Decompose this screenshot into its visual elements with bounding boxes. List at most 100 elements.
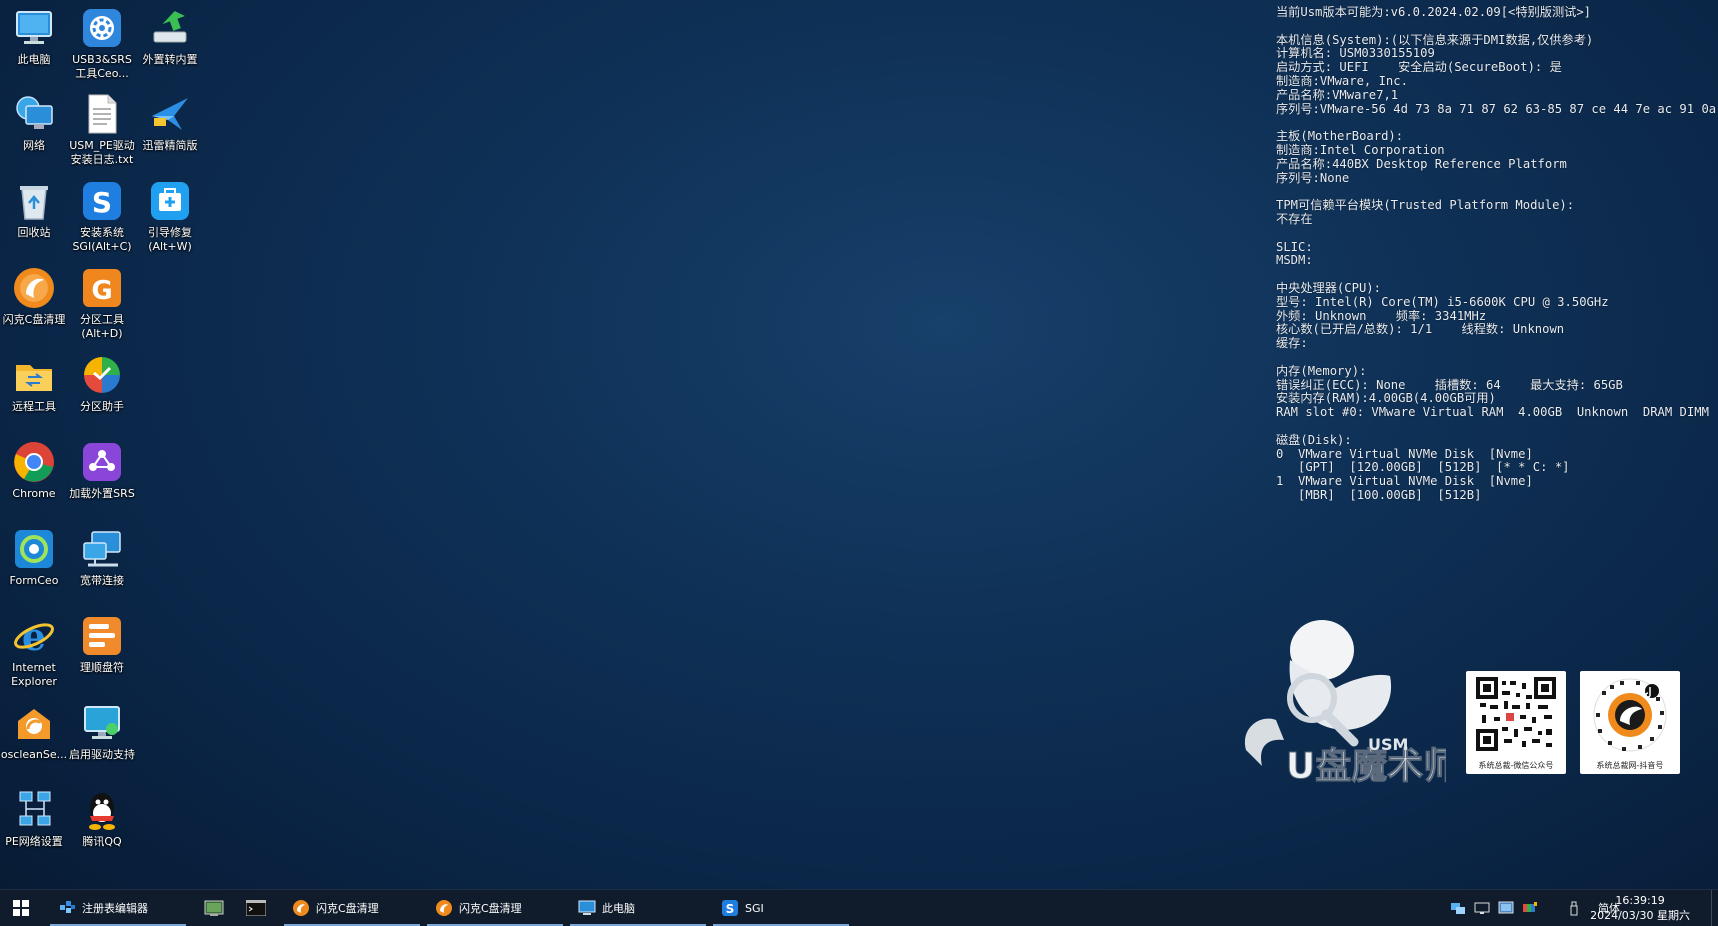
desktop-icon-driver-support[interactable]: 启用驱动支持	[68, 697, 136, 762]
usb-tools-icon	[80, 6, 124, 50]
desktop-icon-load-srs[interactable]: 加载外置SRS	[68, 436, 136, 501]
info-line: 磁盘(Disk):	[1276, 432, 1352, 447]
desktop-icon-label: USM_PE驱动 安装日志.txt	[69, 139, 135, 166]
desktop-icon-broadband[interactable]: 宽带连接	[68, 523, 136, 588]
desktop-icon-convert[interactable]: 外置转内置	[136, 2, 204, 67]
info-line: MSDM:	[1276, 253, 1313, 268]
windows-logo-icon	[13, 900, 29, 916]
svg-text:G: G	[91, 276, 112, 306]
sgi-icon: S	[722, 900, 738, 916]
desktop-icon-label: Chrome	[12, 487, 56, 500]
desktop-icon-label: Internet Explorer	[11, 661, 57, 688]
info-gap	[1276, 351, 1716, 365]
desktop-icon-label: 分区助手	[80, 400, 124, 413]
desktop-icon-this-pc[interactable]: 此电脑	[0, 2, 68, 67]
desktop-icon-recycle-bin[interactable]: 回收站	[0, 175, 68, 240]
usb-tray-icon[interactable]	[1566, 900, 1582, 916]
clock-date: 2024/03/30 星期六	[1590, 909, 1690, 922]
info-gap	[1276, 227, 1716, 241]
desktop-icon-remote-tools[interactable]: 远程工具	[0, 349, 68, 414]
taskbar-item-explorer[interactable]	[196, 890, 232, 926]
drive-letter-icon	[80, 614, 124, 658]
taskbar-item-label: 此电脑	[602, 902, 635, 915]
desktop-icon-label: 网络	[23, 139, 45, 152]
desktop-icon-qq[interactable]: 腾讯QQ	[68, 784, 136, 849]
info-line: SLIC:	[1276, 239, 1313, 254]
desktop-icon-partition-assistant[interactable]: 分区助手	[68, 349, 136, 414]
computer-icon	[578, 900, 596, 915]
info-line: 中央处理器(CPU):	[1276, 280, 1381, 295]
desktop-icon-pe-network[interactable]: PE网络设置	[0, 784, 68, 849]
info-line: TPM可信赖平台模块(Trusted Platform Module):	[1276, 198, 1575, 213]
desktop-icon-formceo[interactable]: FormCeo	[0, 523, 68, 588]
cmd-icon	[246, 900, 266, 916]
svg-text:e: e	[22, 614, 46, 658]
desktop-icon-label: 引导修复 (Alt+W)	[148, 226, 192, 253]
show-desktop-button[interactable]	[1711, 890, 1718, 926]
info-line: 制造商:Intel Corporation	[1276, 142, 1445, 157]
explorer-window-icon	[204, 900, 224, 916]
desktop-icon-usm-log[interactable]: USM_PE驱动 安装日志.txt	[68, 88, 136, 167]
info-line: 产品名称:VMware7,1	[1276, 87, 1399, 102]
desktop-icon-label: 分区工具 (Alt+D)	[80, 313, 124, 340]
desktop-icon-usb-tools[interactable]: USB3&SRS 工具Ceo...	[68, 2, 136, 81]
taskbar-item-this-pc[interactable]: 此电脑	[570, 890, 706, 926]
logo-text: U盘魔术师	[1286, 745, 1446, 787]
info-line: 产品名称:440BX Desktop Reference Platform	[1276, 156, 1567, 171]
desktop-icon-label: 此电脑	[17, 53, 51, 66]
desktop-icon-label: 回收站	[17, 226, 51, 239]
display-tray-icon[interactable]	[1474, 900, 1490, 916]
start-button[interactable]	[0, 890, 42, 926]
desktop-icon-network[interactable]: 网络	[0, 88, 68, 153]
taskbar-item-cmd[interactable]	[238, 890, 274, 926]
taskbar-clock[interactable]: 16:39:19 2024/03/30 星期六	[1590, 893, 1690, 923]
taskbar-item-regedit[interactable]: 注册表编辑器	[50, 890, 186, 926]
desktop-icon-label: USB3&SRS 工具Ceo...	[72, 53, 132, 80]
chrome-icon	[12, 440, 56, 484]
info-line: 不存在	[1276, 211, 1313, 226]
desktop-icon-label: 远程工具	[12, 400, 56, 413]
desktop-icon-label: 安装系统 SGI(Alt+C)	[72, 226, 132, 253]
window-tray-icon[interactable]	[1498, 900, 1514, 916]
taskbar: 注册表编辑器 闪克C盘清理 闪克C盘清理 此电脑 S SGI 简体 16:39:…	[0, 889, 1718, 926]
qq-icon	[80, 788, 124, 832]
taskbar-item-sgi[interactable]: S SGI	[713, 890, 849, 926]
computer-icon	[12, 6, 56, 50]
info-line: 主板(MotherBoard):	[1276, 129, 1404, 144]
info-line: 缓存:	[1276, 336, 1308, 351]
recycle-bin-icon	[12, 179, 56, 223]
color-tray-icon[interactable]	[1522, 900, 1538, 916]
ie-icon: e	[12, 614, 56, 659]
desktop-icon-label: 迅雷精简版	[142, 139, 198, 152]
desktop-icon-chrome[interactable]: Chrome	[0, 436, 68, 501]
desktop-icon-partition-tool[interactable]: G 分区工具 (Alt+D)	[68, 262, 136, 341]
convert-arrow-icon	[148, 6, 192, 50]
taskbar-item-cleaner-1[interactable]: 闪克C盘清理	[284, 890, 420, 926]
info-line: 内存(Memory):	[1276, 363, 1367, 378]
network-icon	[12, 92, 56, 136]
cleaner-icon	[12, 266, 56, 310]
info-line: 1 VMware Virtual NVMe Disk [Nvme]	[1276, 474, 1533, 489]
info-gap	[1276, 268, 1716, 282]
info-line: 启动方式: UEFI 安全启动(SecureBoot): 是	[1276, 60, 1562, 75]
desktop-icon-thunder[interactable]: 迅雷精简版	[136, 88, 204, 153]
desktop-icon-ie[interactable]: e Internet Explorer	[0, 610, 68, 689]
info-line: 核心数(已开启/总数): 1/1 线程数: Unknown	[1276, 322, 1565, 337]
desktop-icon-boot-repair[interactable]: 引导修复 (Alt+W)	[136, 175, 204, 254]
partition-tool-icon: G	[80, 266, 124, 310]
info-line: 序列号:None	[1276, 170, 1350, 185]
taskbar-item-cleaner-2[interactable]: 闪克C盘清理	[427, 890, 563, 926]
svg-text:S: S	[92, 186, 112, 219]
desktop-icon-label: 腾讯QQ	[82, 835, 122, 848]
desktop-icon-osclean[interactable]: oscleanSe...	[0, 697, 68, 762]
qr-wechat-caption: 系统总裁-微信公众号	[1478, 761, 1554, 770]
info-line: [MBR] [100.00GB] [512B]	[1276, 487, 1482, 502]
text-file-icon	[80, 92, 124, 136]
desktop-icon-sgi[interactable]: S 安装系统 SGI(Alt+C)	[68, 175, 136, 254]
desktop-icon-label: PE网络设置	[5, 835, 63, 848]
network-tray-icon[interactable]	[1450, 900, 1466, 916]
desktop-icon-cleaner[interactable]: 闪克C盘清理	[0, 262, 68, 327]
desktop-icon-drive-letters[interactable]: 理顺盘符	[68, 610, 136, 675]
driver-support-icon	[80, 701, 124, 745]
system-info-panel: 当前Usm版本可能为:v6.0.2024.02.09[<特别版测试>] 本机信息(…	[1276, 5, 1716, 503]
